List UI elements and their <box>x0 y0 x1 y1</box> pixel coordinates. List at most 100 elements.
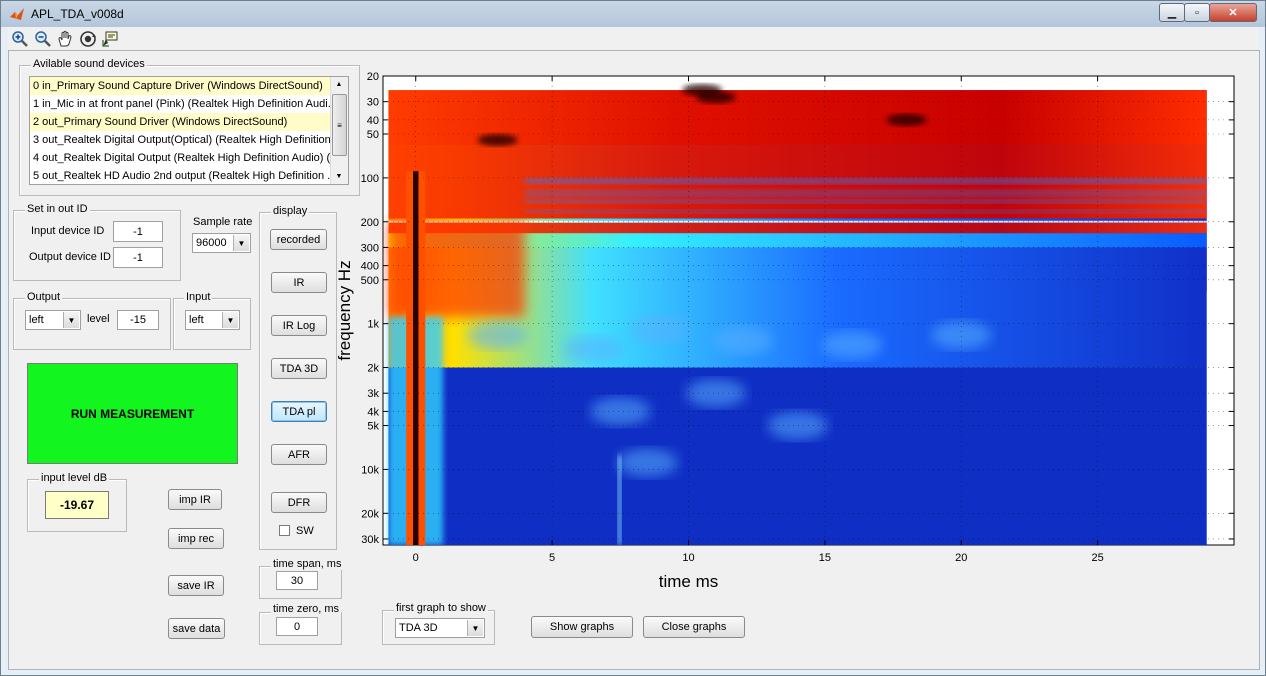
heatmap-reflection <box>685 379 746 408</box>
close-graphs-button[interactable]: Close graphs <box>643 616 745 638</box>
data-cursor-icon[interactable] <box>101 30 119 48</box>
device-item-1[interactable]: 1 in_Mic in at front panel (Pink) (Realt… <box>30 95 331 113</box>
import-ir-button[interactable]: imp IR <box>168 489 222 510</box>
maximize-button[interactable]: ▫ <box>1184 3 1210 22</box>
x-tick-label: 25 <box>1091 552 1103 564</box>
y-tick-label: 10k <box>361 464 379 476</box>
y-tick-label: 2k <box>367 363 379 375</box>
output-label: Output <box>25 291 63 303</box>
input-device-id-label: Input device ID <box>31 225 105 237</box>
heatmap-streak <box>524 209 1207 214</box>
y-tick-label: 50 <box>367 129 379 141</box>
device-item-0[interactable]: 0 in_Primary Sound Capture Driver (Windo… <box>30 77 331 95</box>
heatmap-reflection <box>931 321 992 350</box>
x-tick-label: 0 <box>413 552 419 564</box>
tda-pl-button[interactable]: TDA pl <box>271 401 327 422</box>
recorded-button[interactable]: recorded <box>270 229 327 250</box>
heatmap-image <box>388 84 1207 545</box>
heatmap-reflection <box>822 330 883 359</box>
heatmap-reflection <box>631 315 692 344</box>
output-level-label: level <box>87 313 110 325</box>
save-data-button[interactable]: save data <box>168 618 225 639</box>
y-tick-label: 500 <box>361 275 379 287</box>
device-item-3[interactable]: 3 out_Realtek Digital Output(Optical) (R… <box>30 131 331 149</box>
afr-button[interactable]: AFR <box>271 444 327 465</box>
device-item-4[interactable]: 4 out_Realtek Digital Output (Realtek Hi… <box>30 149 331 167</box>
y-tick-label: 300 <box>361 242 379 254</box>
close-button[interactable]: ✕ <box>1209 3 1257 22</box>
maximize-icon: ▫ <box>1195 6 1199 19</box>
input-level-value: -19.67 <box>45 491 109 519</box>
time-zero-field[interactable]: 0 <box>276 617 318 636</box>
x-tick-label: 5 <box>549 552 555 564</box>
import-recording-button[interactable]: imp rec <box>168 528 224 549</box>
heatmap-reflection <box>590 397 651 426</box>
x-axis-label: time ms <box>659 572 719 591</box>
y-tick-label: 4k <box>367 406 379 418</box>
first-graph-select[interactable]: TDA 3D ▼ <box>395 618 485 638</box>
run-measurement-button[interactable]: RUN MEASUREMENT <box>27 363 238 464</box>
x-tick-label: 20 <box>955 552 967 564</box>
device-item-2[interactable]: 2 out_Primary Sound Driver (Windows Dire… <box>30 113 331 131</box>
output-device-id-field[interactable]: -1 <box>113 247 163 268</box>
devices-listbox[interactable]: 0 in_Primary Sound Capture Driver (Windo… <box>29 76 349 185</box>
input-level-label: input level dB <box>39 472 110 484</box>
chevron-down-icon: ▼ <box>222 312 238 328</box>
save-ir-button[interactable]: save IR <box>168 575 224 596</box>
input-channel-value: left <box>189 314 204 326</box>
pan-hand-icon[interactable] <box>56 30 74 48</box>
time-zero-label: time zero, ms <box>271 603 342 615</box>
show-graphs-button[interactable]: Show graphs <box>531 616 633 638</box>
y-axis-label: frequency Hz <box>335 260 354 360</box>
y-tick-label: 200 <box>361 217 379 229</box>
title-bar[interactable]: APL_TDA_v008d ▁ ▫ ✕ <box>1 1 1265 27</box>
rotate-3d-icon[interactable] <box>79 30 97 48</box>
y-tick-label: 1k <box>367 319 379 331</box>
devices-label: Avilable sound devices <box>31 58 147 70</box>
ir-log-button[interactable]: IR Log <box>271 315 327 336</box>
toolbar <box>8 27 1258 50</box>
input-channel-select[interactable]: left ▼ <box>185 310 240 330</box>
output-channel-select[interactable]: left ▼ <box>25 310 81 330</box>
ir-button[interactable]: IR <box>271 272 327 293</box>
y-tick-label: 5k <box>367 421 379 433</box>
minimize-button[interactable]: ▁ <box>1159 3 1185 22</box>
first-graph-label: first graph to show <box>394 602 488 614</box>
io-id-label: Set in out ID <box>25 203 90 215</box>
sw-label: SW <box>296 525 314 537</box>
time-span-field[interactable]: 30 <box>276 571 318 590</box>
y-tick-label: 30k <box>361 534 379 546</box>
output-channel-value: left <box>29 314 44 326</box>
heatmap-reflection <box>713 326 774 355</box>
output-device-id-label: Output device ID <box>29 251 111 263</box>
chevron-down-icon: ▼ <box>467 620 483 636</box>
chevron-down-icon: ▼ <box>63 312 79 328</box>
heatmap-dark-spot <box>477 134 518 147</box>
sample-rate-value: 96000 <box>196 237 227 249</box>
matlab-logo-icon <box>10 8 24 20</box>
heatmap-streak <box>524 177 1207 184</box>
window-title: APL_TDA_v008d <box>31 7 124 21</box>
y-tick-label: 40 <box>367 115 379 127</box>
y-tick-label: 20k <box>361 508 379 520</box>
heatmap-region-high <box>388 367 1207 545</box>
output-level-field[interactable]: -15 <box>117 310 159 330</box>
sample-rate-select[interactable]: 96000 ▼ <box>192 233 251 253</box>
device-item-5[interactable]: 5 out_Realtek HD Audio 2nd output (Realt… <box>30 167 331 184</box>
input-device-id-field[interactable]: -1 <box>113 221 163 242</box>
heatmap-streak-7ms <box>617 455 622 545</box>
heatmap-streak <box>524 189 1207 197</box>
zoom-in-icon[interactable] <box>11 30 29 48</box>
y-tick-label: 3k <box>367 388 379 400</box>
y-tick-label: 100 <box>361 173 379 185</box>
heatmap-dark-spot <box>682 84 723 97</box>
x-tick-label: 15 <box>819 552 831 564</box>
zoom-out-icon[interactable] <box>34 30 52 48</box>
dfr-button[interactable]: DFR <box>271 492 327 513</box>
minimize-icon: ▁ <box>1167 7 1177 19</box>
tda-spectrogram-chart[interactable]: 0 5 10 15 20 25 20 30 40 50 100 200 300 400 500 1k 2k 3k… <box>330 60 1250 600</box>
heatmap-reflection <box>467 321 528 350</box>
sw-checkbox[interactable] <box>279 525 290 536</box>
close-icon: ✕ <box>1228 7 1238 19</box>
tda-3d-button[interactable]: TDA 3D <box>271 358 327 379</box>
